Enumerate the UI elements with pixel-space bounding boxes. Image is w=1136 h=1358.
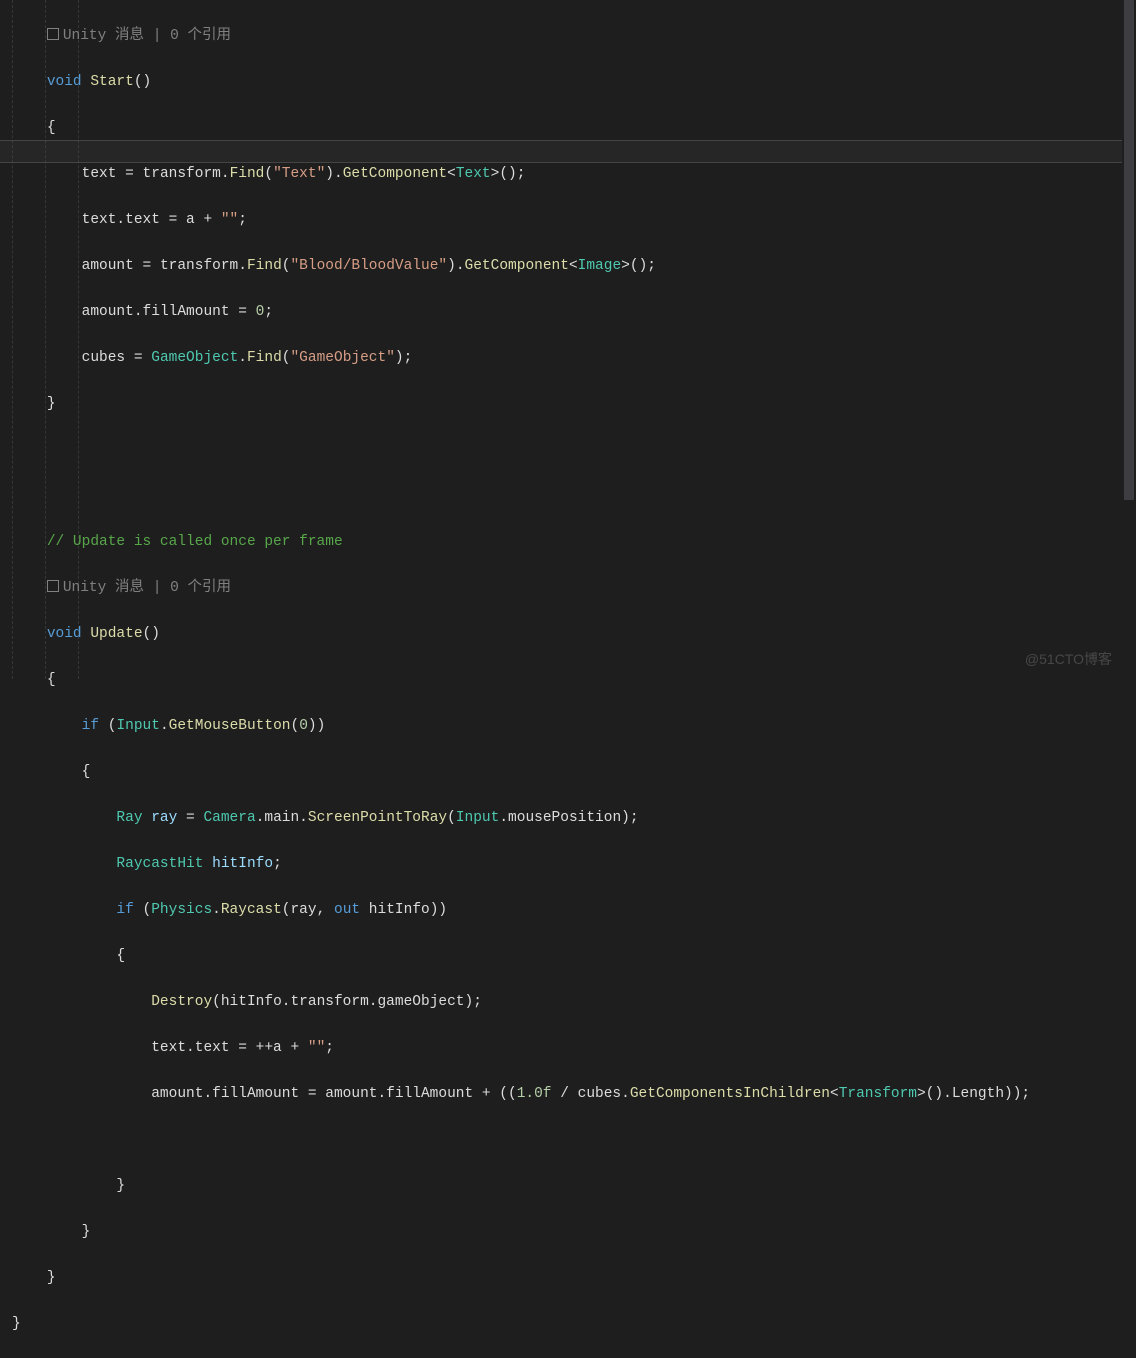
code-line[interactable]: Ray ray = Camera.main.ScreenPointToRay(I… [12,807,1136,830]
code-lens-start[interactable]: Unity 消息 | 0 个引用 [12,25,1136,48]
code-line[interactable]: amount.fillAmount = 0; [12,301,1136,324]
code-line[interactable]: Destroy(hitInfo.transform.gameObject); [12,991,1136,1014]
cube-icon [47,580,59,592]
code-line[interactable]: void Start() [12,71,1136,94]
code-line[interactable]: { [12,761,1136,784]
code-line[interactable]: if (Physics.Raycast(ray, out hitInfo)) [12,899,1136,922]
code-line[interactable]: } [12,393,1136,416]
code-line[interactable]: { [12,945,1136,968]
code-editor[interactable]: Unity 消息 | 0 个引用 void Start() { text = t… [0,0,1136,1358]
scroll-thumb[interactable] [1124,0,1134,500]
code-line[interactable]: { [12,117,1136,140]
watermark: @51CTO博客 [1025,648,1112,671]
code-line[interactable]: text = transform.Find("Text").GetCompone… [12,163,1136,186]
code-line[interactable]: } [12,1175,1136,1198]
code-line[interactable]: { [12,669,1136,692]
code-line[interactable] [12,1129,1136,1152]
code-line[interactable]: } [12,1313,1136,1336]
code-line[interactable]: if (Input.GetMouseButton(0)) [12,715,1136,738]
code-line[interactable]: RaycastHit hitInfo; [12,853,1136,876]
code-line[interactable]: amount = transform.Find("Blood/BloodValu… [12,255,1136,278]
code-line[interactable]: cubes = GameObject.Find("GameObject"); [12,347,1136,370]
code-line[interactable]: amount.fillAmount = amount.fillAmount + … [12,1083,1136,1106]
cube-icon [47,28,59,40]
code-lens-update[interactable]: Unity 消息 | 0 个引用 [12,577,1136,600]
code-line[interactable]: text.text = a + ""; [12,209,1136,232]
code-line[interactable] [12,485,1136,508]
code-line[interactable]: } [12,1267,1136,1290]
code-line[interactable]: // Update is called once per frame [12,531,1136,554]
code-line[interactable] [12,439,1136,462]
code-line[interactable]: } [12,1221,1136,1244]
code-line[interactable]: text.text = ++a + ""; [12,1037,1136,1060]
code-line[interactable]: void Update() [12,623,1136,646]
vertical-scrollbar[interactable] [1122,0,1136,679]
